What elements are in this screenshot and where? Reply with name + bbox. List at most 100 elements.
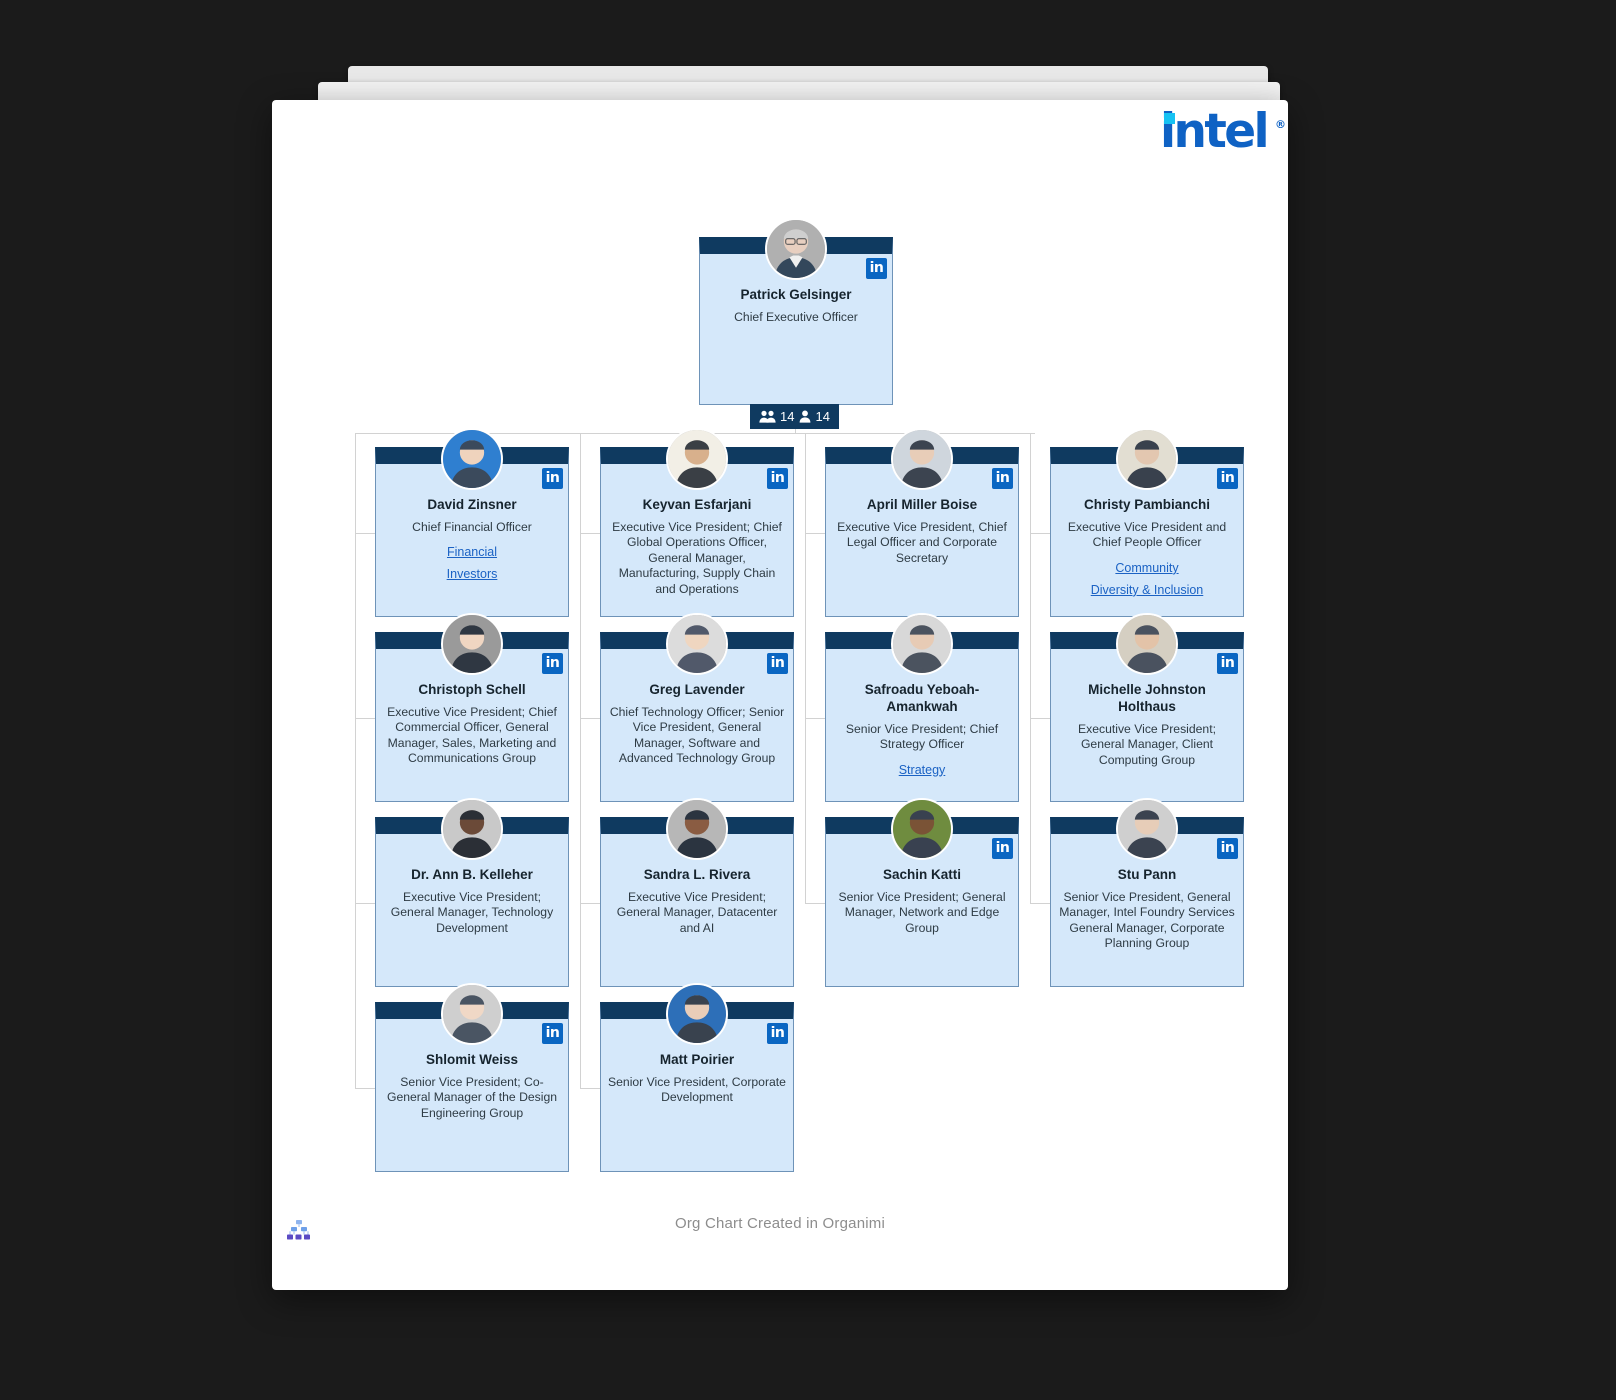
org-node[interactable]: in Michelle Johnston Holthaus Executive Vi… <box>1050 613 1244 802</box>
direct-reports-group: 14 <box>799 409 830 424</box>
org-node[interactable]: in Shlomit Weiss Senior Vice President; Co… <box>375 983 569 1172</box>
node-name: Dr. Ann B. Kelleher <box>411 867 533 882</box>
avatar <box>891 798 953 860</box>
node-name: David Zinsner <box>427 497 517 512</box>
connector-spine-col-1 <box>355 433 356 1088</box>
org-node[interactable]: in Greg Lavender Chief Technology Officer;… <box>600 613 794 802</box>
avatar <box>1116 798 1178 860</box>
node-link[interactable]: Diversity & Inclusion <box>1058 579 1236 601</box>
connector-spine-col-2 <box>580 433 581 1088</box>
linkedin-icon[interactable]: in <box>542 1023 563 1044</box>
connector-elbow <box>805 533 825 534</box>
direct-reports-count: 14 <box>815 409 830 424</box>
node-name: Safroadu Yeboah-Amankwah <box>864 682 980 714</box>
org-node[interactable]: in David Zinsner Chief Financial Officer Fi… <box>375 428 569 617</box>
node-title: Senior Vice President; General Manager, … <box>838 890 1006 935</box>
node-title: Senior Vice President, General Manager, … <box>1059 890 1235 951</box>
footer-credit: Org Chart Created in Organimi <box>674 1215 886 1232</box>
node-link[interactable]: Community <box>1058 557 1236 579</box>
org-node[interactable]: Dr. Ann B. Kelleher Executive Vice Presid… <box>375 798 569 987</box>
linkedin-icon[interactable]: in <box>767 653 788 674</box>
linkedin-icon[interactable]: in <box>542 468 563 489</box>
avatar <box>666 983 728 1045</box>
node-link[interactable]: Financial <box>383 541 561 563</box>
connector-spine-col-3 <box>805 433 806 903</box>
org-node[interactable]: in Stu Pann Senior Vice President, General… <box>1050 798 1244 987</box>
org-chart-connectors <box>0 0 1616 1400</box>
org-node[interactable]: in April Miller Boise Executive Vice Presi… <box>825 428 1019 617</box>
linkedin-icon[interactable]: in <box>1217 838 1238 859</box>
avatar <box>1116 613 1178 675</box>
linkedin-icon[interactable]: in <box>866 258 887 279</box>
connector-elbow <box>355 903 375 904</box>
linkedin-icon[interactable]: in <box>992 838 1013 859</box>
people-group-icon <box>759 410 776 423</box>
node-title: Senior Vice President; Co-General Manage… <box>386 1075 558 1120</box>
node-title: Senior Vice President, Corporate Develop… <box>608 1075 786 1105</box>
avatar <box>666 428 728 490</box>
node-title: Chief Financial Officer <box>412 520 532 534</box>
connector-elbow <box>805 718 825 719</box>
connector-elbow <box>580 533 600 534</box>
total-reports-count: 14 <box>780 409 795 424</box>
node-name: Keyvan Esfarjani <box>642 497 752 512</box>
org-node[interactable]: in Matt Poirier Senior Vice President, Cor… <box>600 983 794 1172</box>
node-name: Shlomit Weiss <box>425 1052 519 1067</box>
node-title: Executive Vice President; General Manage… <box>1078 722 1216 767</box>
connector-elbow <box>580 1088 600 1089</box>
node-title: Executive Vice President; Chief Global O… <box>612 520 782 596</box>
avatar <box>441 428 503 490</box>
linkedin-icon[interactable]: in <box>992 468 1013 489</box>
node-name: Stu Pann <box>1117 867 1177 882</box>
org-node-ceo[interactable]: in Patrick Gelsinger Chief Executive Off… <box>699 218 893 405</box>
linkedin-icon[interactable]: in <box>1217 653 1238 674</box>
org-node[interactable]: in Keyvan Esfarjani Executive Vice Preside… <box>600 428 794 617</box>
total-reports-group: 14 <box>759 409 794 424</box>
node-links: Strategy <box>833 759 1011 781</box>
avatar <box>891 428 953 490</box>
node-title: Executive Vice President; Chief Commerci… <box>387 705 557 766</box>
node-title: Executive Vice President; General Manage… <box>390 890 554 935</box>
connector-elbow <box>580 903 600 904</box>
person-icon <box>800 410 811 423</box>
node-name: Matt Poirier <box>659 1052 735 1067</box>
ceo-report-counter[interactable]: 14 14 <box>750 404 839 429</box>
avatar <box>666 613 728 675</box>
org-node[interactable]: in Sachin Katti Senior Vice President; Gen… <box>825 798 1019 987</box>
node-title: Executive Vice President, Chief Legal Of… <box>837 520 1007 565</box>
node-link[interactable]: Strategy <box>833 759 1011 781</box>
node-title: Executive Vice President and Chief Peopl… <box>1067 520 1227 550</box>
org-node[interactable]: Safroadu Yeboah-Amankwah Senior Vice Pres… <box>825 613 1019 802</box>
node-links: Financial Investors <box>383 541 561 585</box>
node-title: Chief Executive Officer <box>734 310 858 324</box>
node-title: Senior Vice President; Chief Strategy Of… <box>845 722 999 752</box>
connector-elbow <box>1030 718 1050 719</box>
node-title: Executive Vice President; General Manage… <box>616 890 778 935</box>
avatar <box>891 613 953 675</box>
connector-elbow <box>355 1088 375 1089</box>
connector-spine-col-4 <box>1030 433 1031 903</box>
connector-elbow <box>1030 903 1050 904</box>
avatar <box>441 613 503 675</box>
org-node[interactable]: in Christoph Schell Executive Vice Preside… <box>375 613 569 802</box>
node-link[interactable]: Investors <box>383 563 561 585</box>
linkedin-icon[interactable]: in <box>542 653 563 674</box>
avatar <box>441 798 503 860</box>
node-name: April Miller Boise <box>866 497 978 512</box>
node-name: Michelle Johnston Holthaus <box>1088 682 1206 714</box>
connector-elbow <box>805 903 825 904</box>
avatar <box>441 983 503 1045</box>
connector-elbow <box>580 718 600 719</box>
linkedin-icon[interactable]: in <box>1217 468 1238 489</box>
linkedin-icon[interactable]: in <box>767 1023 788 1044</box>
node-title: Chief Technology Officer; Senior Vice Pr… <box>609 705 785 766</box>
linkedin-icon[interactable]: in <box>767 468 788 489</box>
avatar <box>765 218 827 280</box>
node-name: Sandra L. Rivera <box>643 867 751 882</box>
node-name: Christy Pambianchi <box>1083 497 1211 512</box>
node-name: Sachin Katti <box>882 867 961 882</box>
avatar <box>666 798 728 860</box>
org-node[interactable]: Sandra L. Rivera Executive Vice President… <box>600 798 794 987</box>
connector-elbow <box>355 718 375 719</box>
org-node[interactable]: in Christy Pambianchi Executive Vice Presi… <box>1050 428 1244 617</box>
